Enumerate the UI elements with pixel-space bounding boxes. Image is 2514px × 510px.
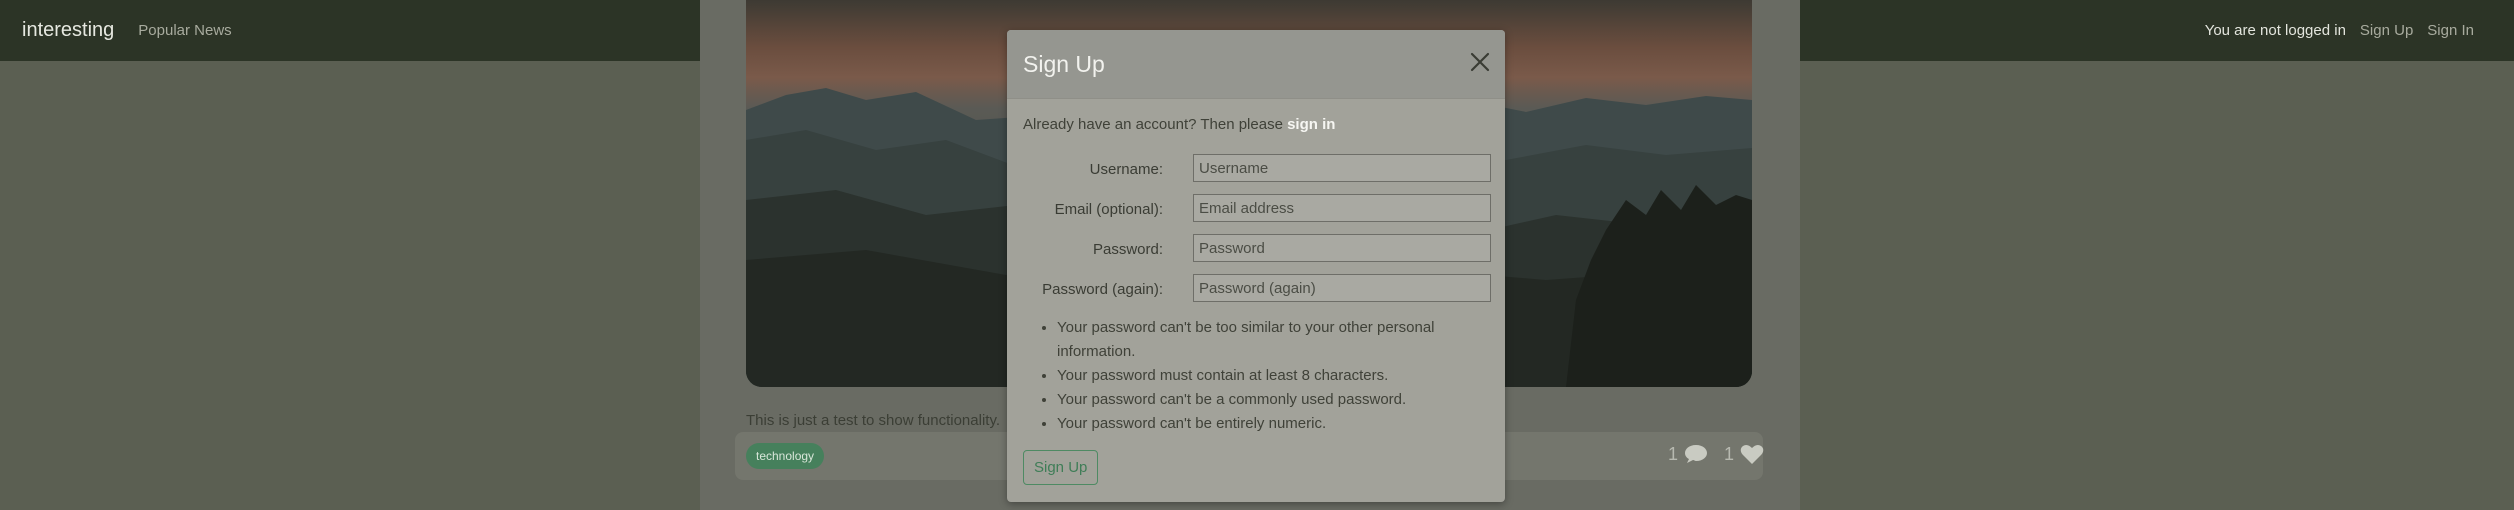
- password-rule: Your password can't be entirely numeric.: [1057, 412, 1497, 436]
- heart-icon[interactable]: [1740, 443, 1764, 465]
- comment-icon[interactable]: [1684, 444, 1708, 464]
- password-row: Password:: [1023, 234, 1493, 266]
- modal-title: Sign Up: [1023, 51, 1105, 77]
- nav-signin-link[interactable]: Sign In: [2427, 22, 2474, 39]
- password-rules: Your password can't be too similar to yo…: [1039, 316, 1497, 436]
- username-input[interactable]: [1193, 154, 1491, 182]
- login-status: You are not logged in: [2204, 22, 2346, 39]
- username-row: Username:: [1023, 154, 1493, 186]
- password-input[interactable]: [1193, 234, 1491, 262]
- username-label: Username:: [1089, 161, 1163, 178]
- close-icon[interactable]: [1465, 47, 1495, 77]
- signup-submit-button[interactable]: Sign Up: [1023, 450, 1099, 485]
- password-label: Password:: [1092, 241, 1163, 258]
- tag-badge[interactable]: technology: [746, 443, 825, 469]
- signin-link[interactable]: sign in: [1287, 116, 1335, 133]
- comment-count: 1: [1668, 443, 1679, 464]
- password-again-label: Password (again):: [1042, 281, 1163, 298]
- brand-logo[interactable]: interesting: [22, 19, 114, 42]
- password-rule: Your password must contain at least 8 ch…: [1057, 364, 1497, 388]
- password-rule: Your password can't be too similar to yo…: [1057, 316, 1497, 364]
- email-row: Email (optional):: [1023, 194, 1493, 226]
- password-again-input[interactable]: [1193, 274, 1491, 302]
- signin-prompt-text: Already have an account? Then please: [1023, 116, 1288, 133]
- modal-header: Sign Up: [1007, 30, 1505, 99]
- nav-signup-link[interactable]: Sign Up: [2360, 22, 2413, 39]
- post-text: This is just a test to show functionalit…: [746, 412, 1000, 429]
- signup-modal: Sign Up Already have an account? Then pl…: [1007, 30, 1505, 502]
- password-again-row: Password (again):: [1023, 274, 1493, 306]
- email-input[interactable]: [1193, 194, 1491, 222]
- signin-prompt: Already have an account? Then please sig…: [1023, 116, 1335, 133]
- nav-right: You are not logged in Sign Up Sign In: [2205, 0, 2474, 61]
- email-label: Email (optional):: [1054, 201, 1163, 218]
- post-counts: 1 1: [1668, 443, 1764, 465]
- popular-news-link[interactable]: Popular News: [138, 22, 231, 39]
- password-rule: Your password can't be a commonly used p…: [1057, 388, 1497, 412]
- like-count: 1: [1724, 443, 1735, 464]
